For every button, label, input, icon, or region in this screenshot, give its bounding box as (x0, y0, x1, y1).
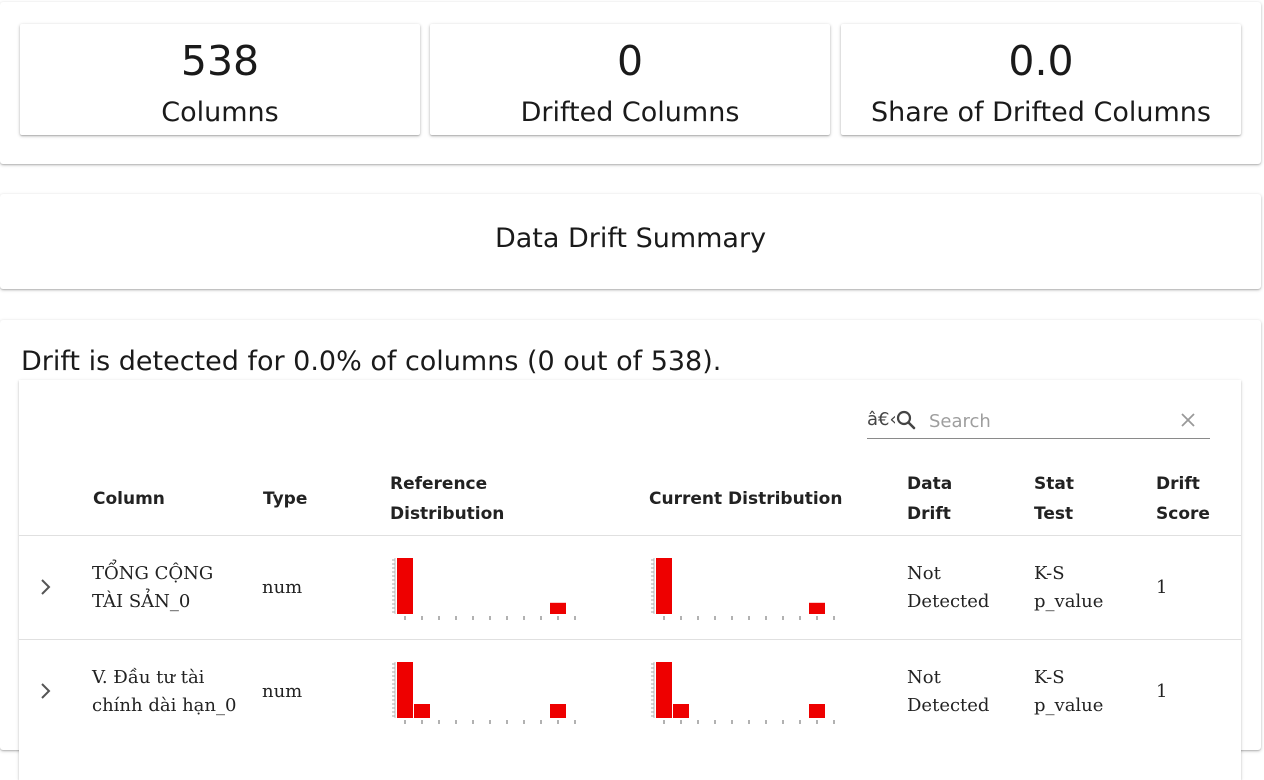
header-reference-distribution[interactable]: Reference Distribution (390, 469, 504, 529)
histogram-bar (656, 662, 672, 718)
cell-column: V. Đầu tư tài chính dài hạn_0 (92, 667, 237, 716)
histogram-bar (656, 558, 672, 614)
drift-message: Drift is detected for 0.0% of columns (0… (21, 346, 722, 377)
chevron-right-icon[interactable] (39, 578, 53, 596)
summary-title: Data Drift Summary (494, 223, 767, 254)
histogram-bar (809, 602, 825, 614)
cell-drift-score: 1 (1156, 681, 1168, 702)
histogram-bar (550, 704, 566, 718)
summary-panel: Data Drift Summary (0, 194, 1261, 289)
header-current-distribution[interactable]: Current Distribution (649, 484, 842, 514)
metric-card-columns: 538 Columns (20, 24, 420, 135)
table-row[interactable]: TỔNG CỘNG TÀI SẢN_0 num Not Detected K-S… (19, 535, 1241, 639)
metric-value: 0.0 (1008, 37, 1074, 85)
histogram-bar (673, 704, 689, 718)
header-stat-test[interactable]: Stat Test (1034, 469, 1074, 529)
metrics-panel: 538 Columns 0 Drifted Columns 0.0 Share … (0, 2, 1261, 164)
metric-card-drifted-columns: 0 Drifted Columns (430, 24, 830, 135)
drift-table: â€‹ Column Type Reference Distribution C… (19, 380, 1241, 780)
cell-type: num (262, 681, 303, 702)
cell-data-drift: Not Detected (907, 563, 990, 612)
search-input[interactable] (927, 406, 1171, 436)
header-column[interactable]: Column (93, 484, 165, 514)
histogram-bar (550, 602, 566, 614)
cell-stat-test: K-S p_value (1034, 667, 1104, 716)
histogram-bar (397, 662, 413, 718)
histogram-bar (809, 704, 825, 718)
metric-card-share-drifted: 0.0 Share of Drifted Columns (841, 24, 1241, 135)
metric-label: Drifted Columns (520, 97, 740, 128)
cell-stat-test: K-S p_value (1034, 563, 1104, 612)
header-data-drift[interactable]: Data Drift (907, 469, 952, 529)
current-histogram (648, 662, 858, 726)
drift-panel: Drift is detected for 0.0% of columns (0… (0, 320, 1261, 780)
metric-value: 538 (180, 37, 260, 85)
metric-label: Columns (161, 97, 279, 128)
cell-data-drift: Not Detected (907, 667, 990, 716)
reference-histogram (389, 662, 599, 726)
current-histogram (648, 558, 858, 622)
metric-label: Share of Drifted Columns (871, 97, 1211, 128)
search-box[interactable]: â€‹ (867, 400, 1210, 439)
close-icon[interactable] (1180, 412, 1196, 428)
table-row[interactable]: V. Đầu tư tài chính dài hạn_0 num Not De… (19, 639, 1241, 743)
search-icon (896, 410, 916, 430)
cell-column: TỔNG CỘNG TÀI SẢN_0 (92, 563, 214, 612)
histogram-bar (414, 704, 430, 718)
header-type[interactable]: Type (263, 484, 307, 514)
cell-drift-score: 1 (1156, 577, 1168, 598)
search-prefix: â€‹ (867, 409, 897, 430)
histogram-bar (397, 558, 413, 614)
reference-histogram (389, 558, 599, 622)
header-drift-score[interactable]: Drift Score (1156, 469, 1210, 529)
metric-value: 0 (616, 37, 644, 85)
chevron-right-icon[interactable] (39, 682, 53, 700)
cell-type: num (262, 577, 303, 598)
